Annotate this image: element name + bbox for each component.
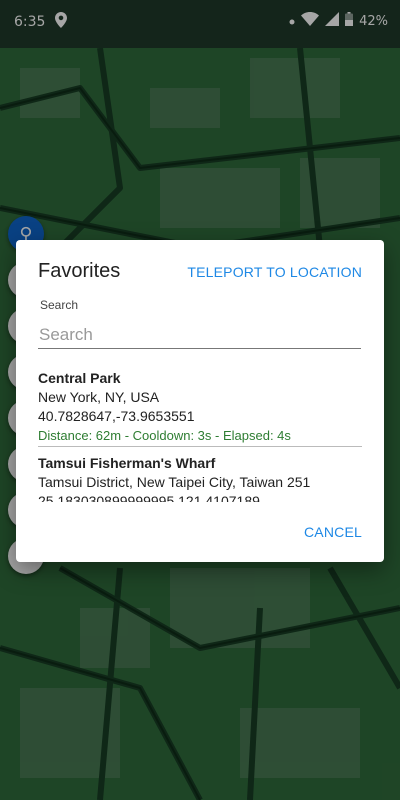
favorites-list[interactable]: Central Park New York, NY, USA 40.782864… bbox=[38, 368, 362, 502]
item-meta: Distance: 62m - Cooldown: 3s - Elapsed: … bbox=[38, 428, 291, 443]
teleport-button[interactable]: TELEPORT TO LOCATION bbox=[187, 264, 362, 280]
list-item[interactable]: Central Park New York, NY, USA 40.782864… bbox=[38, 370, 362, 447]
search-input[interactable] bbox=[38, 322, 361, 349]
dialog-title: Favorites bbox=[38, 260, 121, 282]
item-coords: 40.7828647,-73.9653551 bbox=[38, 408, 195, 424]
search-label: Search bbox=[40, 298, 79, 312]
item-name: Tamsui Fisherman's Wharf bbox=[38, 455, 216, 471]
favorites-dialog: Favorites TELEPORT TO LOCATION Search Ce… bbox=[16, 240, 384, 562]
item-coords: 25.183030899999995,121.4107189 bbox=[38, 493, 260, 502]
item-address: New York, NY, USA bbox=[38, 389, 160, 405]
item-name: Central Park bbox=[38, 370, 121, 386]
item-address: Tamsui District, New Taipei City, Taiwan… bbox=[38, 474, 311, 490]
cancel-button[interactable]: CANCEL bbox=[304, 524, 362, 540]
list-item[interactable]: Tamsui Fisherman's Wharf Tamsui District… bbox=[38, 447, 362, 502]
